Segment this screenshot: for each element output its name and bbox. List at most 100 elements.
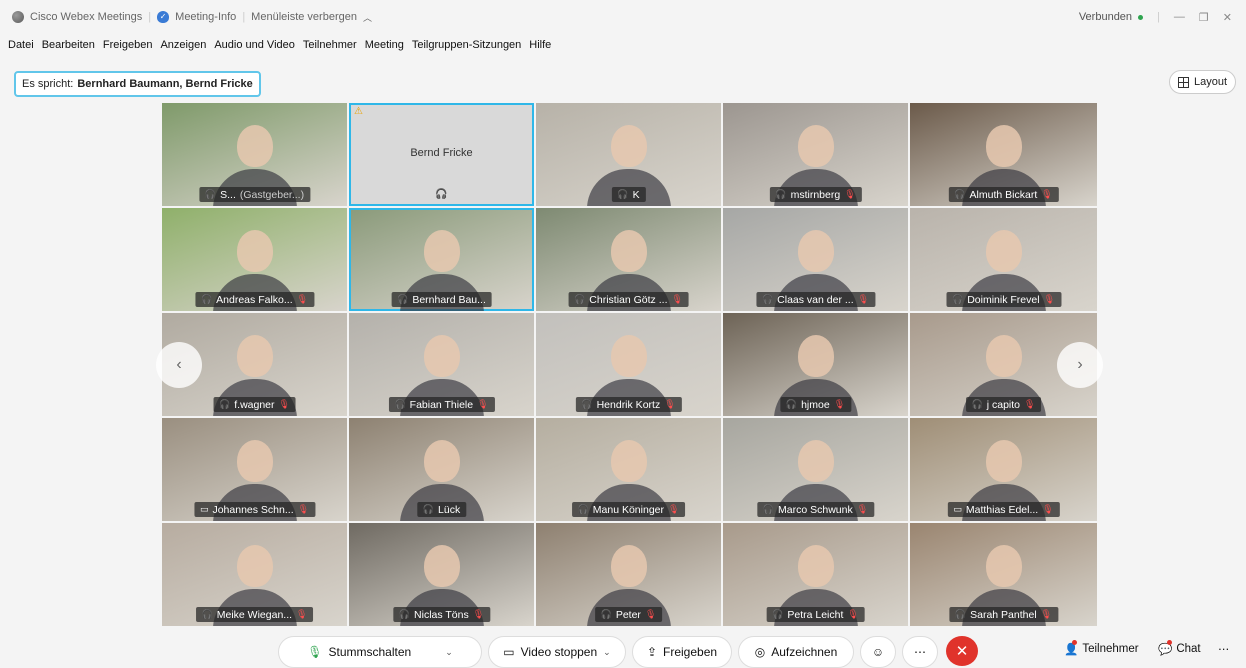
menu-bearbeiten[interactable]: Bearbeiten <box>42 39 95 51</box>
mute-button[interactable]: 🎙 Stummschalten ⌄ <box>278 636 482 668</box>
previous-page-button[interactable]: ‹ <box>156 342 202 388</box>
menu-meeting[interactable]: Meeting <box>365 39 404 51</box>
video-tile[interactable]: 🎧 hjmoe 🎙 <box>723 313 908 416</box>
chat-button[interactable]: 💬 Chat <box>1158 640 1201 656</box>
participants-button[interactable]: 👤 Teilnehmer <box>1064 640 1139 656</box>
menu-hilfe[interactable]: Hilfe <box>529 39 551 51</box>
video-tile[interactable]: 🎧 Marco Schwunk 🎙 <box>723 418 908 521</box>
participant-name: j capito <box>986 398 1021 411</box>
participant-name-tag: 🎧 Andreas Falko... 🎙 <box>194 292 315 307</box>
menu-anzeigen[interactable]: Anzeigen <box>160 39 206 51</box>
muted-microphone-icon: 🎙 <box>668 504 680 514</box>
chevron-down-icon[interactable]: ⌄ <box>603 647 611 658</box>
participant-video <box>797 335 834 377</box>
video-tile[interactable]: 🎧 mstirnberg 🎙 <box>723 103 908 206</box>
participant-video <box>423 545 460 587</box>
participant-name-tag: 🎧 K <box>611 187 646 202</box>
restore-button[interactable]: ❐ <box>1199 11 1209 24</box>
participant-name: Bernd Fricke <box>410 147 473 159</box>
participant-name: Johannes Schn... <box>212 503 294 516</box>
video-tile[interactable]: 🎧 S... (Gastgeber...) <box>162 103 347 206</box>
participant-name: Bernhard Bau... <box>412 293 486 306</box>
video-tile[interactable]: 🎧 Petra Leicht 🎙 <box>723 523 908 626</box>
audio-icon: 🎧 <box>951 294 964 304</box>
participant-name: Christian Götz ... <box>589 293 668 306</box>
participant-name: Marco Schwunk <box>778 503 853 516</box>
video-tile[interactable]: 🎧 Meike Wiegan... 🎙 <box>162 523 347 626</box>
video-tile[interactable]: 🎧 Niclas Töns 🎙 <box>349 523 534 626</box>
audio-icon: 🎧 <box>394 399 406 409</box>
video-tile[interactable]: 🎧 Lück <box>349 418 534 521</box>
menu-bar: Datei Bearbeiten Freigeben Anzeigen Audi… <box>0 34 551 56</box>
close-button[interactable]: ✕ <box>1223 11 1232 24</box>
chevron-down-icon[interactable]: ⌄ <box>445 647 453 658</box>
video-tile[interactable]: 🎧 Claas van der ... 🎙 <box>723 208 908 311</box>
participant-name-tag: ▭ Matthias Edel... 🎙 <box>947 502 1060 517</box>
video-tile[interactable]: ▭ Johannes Schn... 🎙 <box>162 418 347 521</box>
video-tile[interactable]: 🎧 Sarah Panthel 🎙 <box>910 523 1097 626</box>
menu-datei[interactable]: Datei <box>8 39 34 51</box>
record-button[interactable]: ◎ Aufzeichnen <box>738 636 854 668</box>
reactions-button[interactable]: ☺ <box>860 636 896 668</box>
next-page-button[interactable]: › <box>1057 342 1103 388</box>
video-tile[interactable]: 🎧 Hendrik Kortz 🎙 <box>536 313 721 416</box>
participant-video <box>236 545 273 587</box>
share-button[interactable]: ⇪ Freigeben <box>632 636 732 668</box>
meeting-info-button[interactable]: Meeting-Info <box>175 11 236 23</box>
participant-name-tag: 🎧 Fabian Thiele 🎙 <box>388 397 495 412</box>
menu-teilgruppen[interactable]: Teilgruppen-Sitzungen <box>412 39 521 51</box>
video-tile[interactable]: 🎧 K <box>536 103 721 206</box>
participant-name-tag: 🎧 j capito 🎙 <box>965 397 1042 412</box>
participant-video <box>610 335 647 377</box>
host-label: (Gastgeber...) <box>239 188 305 201</box>
video-tile[interactable]: 🎧 Fabian Thiele 🎙 <box>349 313 534 416</box>
layout-button[interactable]: Layout <box>1168 70 1236 94</box>
participant-video <box>797 230 834 272</box>
participant-name-tag: 🎧 Peter 🎙 <box>594 607 663 622</box>
participant-name-tag: 🎧 S... (Gastgeber...) <box>198 187 311 202</box>
menu-freigeben[interactable]: Freigeben <box>103 39 153 51</box>
participant-name: Meike Wiegan... <box>216 608 293 621</box>
audio-icon: 🎧 <box>201 609 213 619</box>
leave-meeting-button[interactable]: ✕ <box>946 636 978 666</box>
video-tile[interactable]: ⚠ Bernd Fricke 🎧 <box>349 103 534 206</box>
muted-microphone-icon: 🎙 <box>833 399 846 409</box>
muted-microphone-icon: 🎙 <box>296 294 309 304</box>
muted-microphone-icon: 🎙 <box>664 399 676 409</box>
participant-name-tag: 🎧 Christian Götz ... 🎙 <box>568 292 689 307</box>
muted-microphone-icon: 🎙 <box>1024 399 1036 409</box>
hide-menu-button[interactable]: Menüleiste verbergen <box>251 11 357 23</box>
participant-name: Almuth Bickart <box>969 188 1038 201</box>
muted-microphone-icon: 🎙 <box>1040 609 1053 619</box>
participant-video <box>236 335 273 377</box>
menu-audio-video[interactable]: Audio und Video <box>214 39 295 51</box>
participant-name-tag: 🎧 Sarah Panthel 🎙 <box>948 607 1059 622</box>
participant-video <box>797 545 834 587</box>
video-tile[interactable]: 🎧 Manu Köninger 🎙 <box>536 418 721 521</box>
more-options-button[interactable]: ⋯ <box>902 636 938 668</box>
video-tile[interactable]: 🎧 Almuth Bickart 🎙 <box>910 103 1097 206</box>
participant-name: Manu Köninger <box>592 503 664 516</box>
app-title: Cisco Webex Meetings <box>30 11 143 23</box>
status-dot-icon <box>1138 15 1144 20</box>
audio-icon: 🎧 <box>954 609 967 619</box>
video-tile[interactable]: 🎧 Doiminik Frevel 🎙 <box>910 208 1097 311</box>
participant-video <box>423 335 460 377</box>
audio-icon: 🎧 <box>971 399 983 409</box>
participant-video <box>610 440 647 482</box>
active-speaker-names: Bernhard Baumann, Bernd Fricke <box>77 78 253 90</box>
video-tile[interactable]: 🎧 Andreas Falko... 🎙 <box>162 208 347 311</box>
video-tile[interactable]: 🎧 Peter 🎙 <box>536 523 721 626</box>
stop-video-button[interactable]: ▭ Video stoppen ⌄ <box>488 636 626 668</box>
video-tile[interactable]: 🎧 Bernhard Bau... <box>349 208 534 311</box>
participant-name: Fabian Thiele <box>409 398 474 411</box>
muted-microphone-icon: 🎙 <box>477 399 489 409</box>
menu-teilnehmer[interactable]: Teilnehmer <box>303 39 357 51</box>
muted-microphone-icon: 🎙 <box>297 504 310 514</box>
video-tile[interactable]: ▭ Matthias Edel... 🎙 <box>910 418 1097 521</box>
video-tile[interactable]: 🎧 Christian Götz ... 🎙 <box>536 208 721 311</box>
more-button[interactable]: ⋯ <box>1218 642 1230 656</box>
participant-name-tag: 🎧 hjmoe 🎙 <box>779 397 852 412</box>
webex-logo-icon <box>12 11 24 23</box>
minimize-button[interactable]: — <box>1174 11 1185 23</box>
